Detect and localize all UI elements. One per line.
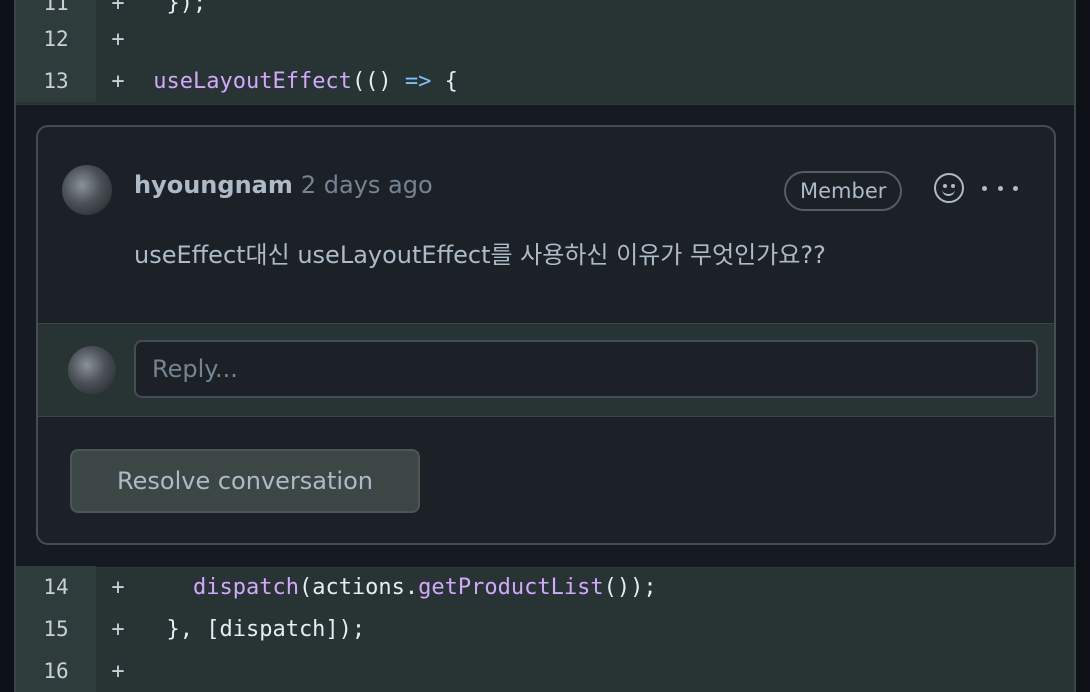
diff-line: 13 + useLayoutEffect(() => { (16, 60, 1074, 102)
line-number[interactable]: 12 (16, 18, 96, 60)
diff-sign: + (111, 68, 125, 94)
code-operator: => (404, 68, 432, 94)
comment: hyoungnam 2 days ago Member useEffect대신 u… (38, 127, 1054, 323)
reply-row (38, 323, 1054, 417)
review-thread: hyoungnam 2 days ago Member useEffect대신 u… (16, 104, 1074, 568)
comment-timestamp[interactable]: 2 days ago (301, 171, 433, 199)
diff-line: 15 + }, [dispatch]); (16, 608, 1074, 650)
comment-header: hyoungnam 2 days ago (134, 171, 433, 199)
diff-sign: + (111, 574, 125, 600)
current-user-avatar (68, 346, 116, 394)
kebab-horizontal-icon[interactable] (982, 175, 1018, 201)
review-comment-card: hyoungnam 2 days ago Member useEffect대신 u… (36, 125, 1056, 545)
diff-line: 16 + (16, 650, 1074, 692)
code-function: getProductList (418, 574, 604, 600)
line-number[interactable]: 15 (16, 608, 96, 650)
resolve-conversation-button[interactable]: Resolve conversation (70, 449, 420, 513)
code-text: }, [dispatch]); (140, 616, 366, 642)
code-text: useLayoutEffect(() => { (140, 69, 458, 94)
diff-line: 12 + (16, 18, 1074, 60)
code-text: }); (140, 0, 207, 16)
diff-line: 14 + dispatch(actions.getProductList()); (16, 566, 1074, 608)
smiley-icon[interactable] (934, 173, 964, 203)
diff-sign: + (111, 0, 125, 16)
comment-body: useEffect대신 useLayoutEffect를 사용하신 이유가 무엇… (134, 241, 826, 269)
member-badge: Member (784, 171, 903, 211)
reply-input[interactable] (134, 340, 1038, 398)
code-punct: (() (351, 68, 405, 94)
code-text: dispatch(actions.getProductList()); (140, 575, 657, 600)
line-number[interactable]: 14 (16, 566, 96, 608)
code-punct: { (431, 68, 458, 94)
diff-sign: + (111, 658, 125, 684)
code-function: useLayoutEffect (153, 68, 352, 94)
diff-view: 11 + }); 12 + 13 + useLayoutEffect(() =>… (14, 0, 1076, 692)
diff-sign: + (111, 26, 125, 52)
code-punct: (actions. (298, 574, 419, 600)
line-number[interactable]: 16 (16, 650, 96, 692)
code-function: dispatch (192, 574, 299, 600)
line-number[interactable]: 13 (16, 60, 96, 102)
author-avatar[interactable] (62, 165, 112, 215)
author-name[interactable]: hyoungnam (134, 171, 293, 199)
diff-sign: + (111, 616, 125, 642)
code-punct: ()); (603, 574, 657, 600)
